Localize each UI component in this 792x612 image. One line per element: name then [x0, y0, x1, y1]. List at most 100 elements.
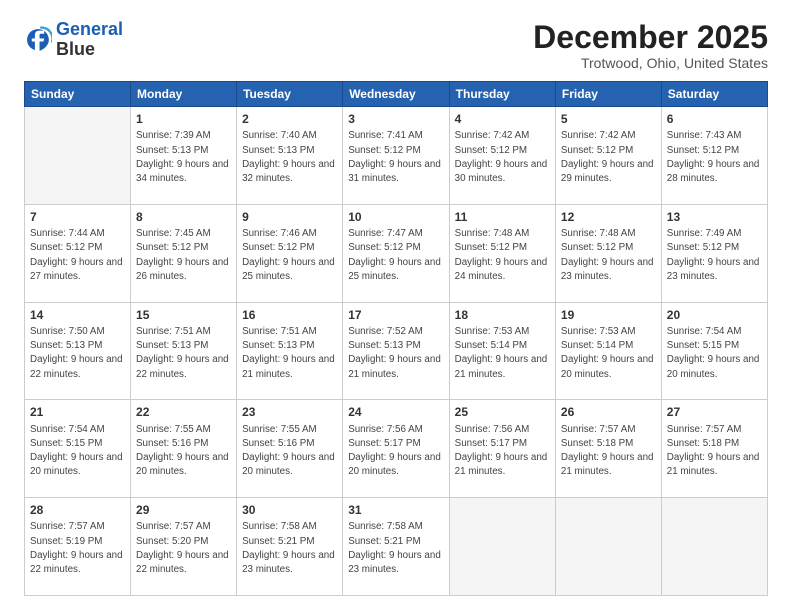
calendar-day-cell: 26 Sunrise: 7:57 AMSunset: 5:18 PMDayligh…: [555, 400, 661, 498]
day-info: Sunrise: 7:39 AMSunset: 5:13 PMDaylight:…: [136, 130, 229, 184]
calendar-day-header: Sunday: [25, 82, 131, 107]
day-number: 5: [561, 111, 656, 127]
day-number: 20: [667, 307, 762, 323]
day-number: 26: [561, 404, 656, 420]
day-number: 13: [667, 209, 762, 225]
logo: General Blue: [24, 20, 123, 60]
calendar-day-cell: 18 Sunrise: 7:53 AMSunset: 5:14 PMDayligh…: [449, 302, 555, 400]
day-info: Sunrise: 7:53 AMSunset: 5:14 PMDaylight:…: [455, 326, 548, 380]
day-number: 15: [136, 307, 231, 323]
main-title: December 2025: [533, 20, 768, 55]
logo-line2: Blue: [56, 40, 123, 60]
day-info: Sunrise: 7:55 AMSunset: 5:16 PMDaylight:…: [242, 424, 335, 478]
day-info: Sunrise: 7:57 AMSunset: 5:18 PMDaylight:…: [561, 424, 654, 478]
day-number: 23: [242, 404, 337, 420]
calendar-day-cell: 16Sunrise: 7:51 AMSunset: 5:13 PMDayligh…: [237, 302, 343, 400]
page: General Blue December 2025 Trotwood, Ohi…: [0, 0, 792, 612]
day-number: 29: [136, 502, 231, 518]
day-info: Sunrise: 7:45 AMSunset: 5:12 PMDaylight:…: [136, 228, 229, 282]
header: General Blue December 2025 Trotwood, Ohi…: [24, 20, 768, 71]
calendar-week-row: 14 Sunrise: 7:50 AMSunset: 5:13 PMDayligh…: [25, 302, 768, 400]
day-number: 30: [242, 502, 337, 518]
day-info: Sunrise: 7:40 AMSunset: 5:13 PMDaylight:…: [242, 130, 335, 184]
day-info: Sunrise: 7:56 AMSunset: 5:17 PMDaylight:…: [455, 424, 548, 478]
day-number: 17: [348, 307, 443, 323]
calendar-day-cell: [449, 498, 555, 596]
calendar-day-cell: 23 Sunrise: 7:55 AMSunset: 5:16 PMDayligh…: [237, 400, 343, 498]
calendar-day-cell: 13 Sunrise: 7:49 AMSunset: 5:12 PMDayligh…: [661, 204, 767, 302]
calendar-day-cell: 24Sunrise: 7:56 AMSunset: 5:17 PMDayligh…: [343, 400, 449, 498]
day-number: 31: [348, 502, 443, 518]
day-number: 6: [667, 111, 762, 127]
day-number: 19: [561, 307, 656, 323]
day-number: 11: [455, 209, 550, 225]
calendar-day-cell: 21Sunrise: 7:54 AMSunset: 5:15 PMDayligh…: [25, 400, 131, 498]
day-number: 2: [242, 111, 337, 127]
calendar-day-cell: 11 Sunrise: 7:48 AMSunset: 5:12 PMDayligh…: [449, 204, 555, 302]
day-info: Sunrise: 7:58 AMSunset: 5:21 PMDaylight:…: [348, 521, 441, 575]
day-info: Sunrise: 7:46 AMSunset: 5:12 PMDaylight:…: [242, 228, 335, 282]
calendar-day-cell: 7 Sunrise: 7:44 AMSunset: 5:12 PMDaylight…: [25, 204, 131, 302]
calendar-day-cell: 25Sunrise: 7:56 AMSunset: 5:17 PMDayligh…: [449, 400, 555, 498]
day-info: Sunrise: 7:47 AMSunset: 5:12 PMDaylight:…: [348, 228, 441, 282]
day-number: 14: [30, 307, 125, 323]
calendar-week-row: 21Sunrise: 7:54 AMSunset: 5:15 PMDayligh…: [25, 400, 768, 498]
calendar-day-header: Saturday: [661, 82, 767, 107]
day-info: Sunrise: 7:52 AMSunset: 5:13 PMDaylight:…: [348, 326, 441, 380]
logo-icon: [24, 26, 52, 54]
calendar-day-cell: 31 Sunrise: 7:58 AMSunset: 5:21 PMDayligh…: [343, 498, 449, 596]
day-info: Sunrise: 7:44 AMSunset: 5:12 PMDaylight:…: [30, 228, 123, 282]
day-number: 7: [30, 209, 125, 225]
day-info: Sunrise: 7:57 AMSunset: 5:18 PMDaylight:…: [667, 424, 760, 478]
calendar-day-cell: 6 Sunrise: 7:43 AMSunset: 5:12 PMDaylight…: [661, 107, 767, 205]
day-number: 8: [136, 209, 231, 225]
calendar-day-cell: 14 Sunrise: 7:50 AMSunset: 5:13 PMDayligh…: [25, 302, 131, 400]
day-info: Sunrise: 7:48 AMSunset: 5:12 PMDaylight:…: [455, 228, 548, 282]
calendar-week-row: 1 Sunrise: 7:39 AMSunset: 5:13 PMDaylight…: [25, 107, 768, 205]
title-block: December 2025 Trotwood, Ohio, United Sta…: [533, 20, 768, 71]
day-number: 10: [348, 209, 443, 225]
day-info: Sunrise: 7:48 AMSunset: 5:12 PMDaylight:…: [561, 228, 654, 282]
calendar-day-cell: 4Sunrise: 7:42 AMSunset: 5:12 PMDaylight…: [449, 107, 555, 205]
calendar-day-cell: 9 Sunrise: 7:46 AMSunset: 5:12 PMDaylight…: [237, 204, 343, 302]
day-number: 1: [136, 111, 231, 127]
calendar-day-cell: 15 Sunrise: 7:51 AMSunset: 5:13 PMDayligh…: [131, 302, 237, 400]
calendar-day-cell: [555, 498, 661, 596]
calendar-day-header: Monday: [131, 82, 237, 107]
calendar-day-cell: 8 Sunrise: 7:45 AMSunset: 5:12 PMDaylight…: [131, 204, 237, 302]
calendar-day-cell: 2 Sunrise: 7:40 AMSunset: 5:13 PMDaylight…: [237, 107, 343, 205]
day-info: Sunrise: 7:43 AMSunset: 5:12 PMDaylight:…: [667, 130, 760, 184]
day-number: 3: [348, 111, 443, 127]
calendar-week-row: 28 Sunrise: 7:57 AMSunset: 5:19 PMDayligh…: [25, 498, 768, 596]
calendar-day-cell: 19 Sunrise: 7:53 AMSunset: 5:14 PMDayligh…: [555, 302, 661, 400]
calendar-day-cell: 10 Sunrise: 7:47 AMSunset: 5:12 PMDayligh…: [343, 204, 449, 302]
logo-text: General Blue: [56, 20, 123, 60]
day-number: 24: [348, 404, 443, 420]
logo-line1: General: [56, 19, 123, 39]
day-info: Sunrise: 7:49 AMSunset: 5:12 PMDaylight:…: [667, 228, 760, 282]
day-info: Sunrise: 7:53 AMSunset: 5:14 PMDaylight:…: [561, 326, 654, 380]
calendar-day-cell: 29 Sunrise: 7:57 AMSunset: 5:20 PMDayligh…: [131, 498, 237, 596]
day-number: 9: [242, 209, 337, 225]
day-info: Sunrise: 7:51 AMSunset: 5:13 PMDaylight:…: [136, 326, 229, 380]
day-number: 18: [455, 307, 550, 323]
calendar-week-row: 7 Sunrise: 7:44 AMSunset: 5:12 PMDaylight…: [25, 204, 768, 302]
calendar-day-header: Friday: [555, 82, 661, 107]
day-info: Sunrise: 7:41 AMSunset: 5:12 PMDaylight:…: [348, 130, 441, 184]
calendar-day-cell: 17 Sunrise: 7:52 AMSunset: 5:13 PMDayligh…: [343, 302, 449, 400]
day-number: 12: [561, 209, 656, 225]
day-info: Sunrise: 7:57 AMSunset: 5:19 PMDaylight:…: [30, 521, 123, 575]
day-number: 27: [667, 404, 762, 420]
day-info: Sunrise: 7:50 AMSunset: 5:13 PMDaylight:…: [30, 326, 123, 380]
day-number: 28: [30, 502, 125, 518]
calendar-day-cell: 28 Sunrise: 7:57 AMSunset: 5:19 PMDayligh…: [25, 498, 131, 596]
day-info: Sunrise: 7:54 AMSunset: 5:15 PMDaylight:…: [667, 326, 760, 380]
calendar-day-cell: 30 Sunrise: 7:58 AMSunset: 5:21 PMDayligh…: [237, 498, 343, 596]
day-info: Sunrise: 7:57 AMSunset: 5:20 PMDaylight:…: [136, 521, 229, 575]
calendar-day-cell: 1 Sunrise: 7:39 AMSunset: 5:13 PMDaylight…: [131, 107, 237, 205]
day-info: Sunrise: 7:58 AMSunset: 5:21 PMDaylight:…: [242, 521, 335, 575]
calendar-table: SundayMondayTuesdayWednesdayThursdayFrid…: [24, 81, 768, 596]
calendar-day-cell: [661, 498, 767, 596]
day-number: 21: [30, 404, 125, 420]
calendar-day-header: Wednesday: [343, 82, 449, 107]
